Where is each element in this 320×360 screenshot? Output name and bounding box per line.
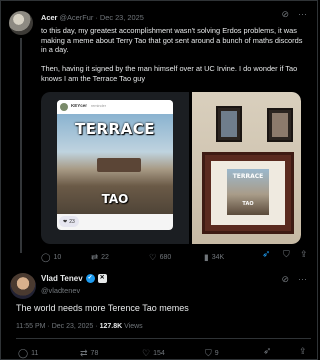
post-date[interactable]: Dec 23, 2025 <box>100 13 144 22</box>
repost-count: 22 <box>101 253 109 261</box>
more-icon[interactable]: ··· <box>298 10 307 19</box>
avatar[interactable] <box>10 273 36 299</box>
author-handle[interactable]: @vladtenev <box>41 286 80 295</box>
more-icon[interactable]: ··· <box>298 275 307 284</box>
share-icon[interactable]: ⇪ <box>300 249 308 260</box>
author-name[interactable]: Acer <box>41 13 57 22</box>
reply-button[interactable]: ◯ 11 <box>18 347 38 359</box>
author-name[interactable]: Vlad Tenev <box>41 274 83 283</box>
meme-card-name: KEYcer <box>71 103 88 108</box>
meme-card-header: KEYcer reminder <box>57 100 173 114</box>
grok-icon[interactable]: ⊘ <box>281 10 289 19</box>
framed-meme-photo[interactable]: TERRACE TAO <box>192 92 301 244</box>
separator: · <box>93 13 100 22</box>
views-icon: ▮ <box>204 251 209 262</box>
post-paragraph: to this day, my greatest accomplishment … <box>41 26 303 55</box>
meme-card-subtitle: reminder <box>91 103 106 108</box>
bookmark-icon[interactable]: ⛉ <box>283 249 290 260</box>
wall-photo <box>216 106 242 142</box>
post-text: to this day, my greatest accomplishment … <box>41 26 307 84</box>
like-icon: ♡ <box>149 251 157 262</box>
meme-card: KEYcer reminder TERRACE TAO ❤ 23 <box>57 100 173 230</box>
meme-screenshot-image[interactable]: KEYcer reminder TERRACE TAO ❤ 23 <box>41 92 189 244</box>
repost-icon: ⇄ <box>80 347 88 358</box>
meme-card-avatar <box>60 103 68 111</box>
heart-icon: ❤ <box>63 218 68 225</box>
signed-frame: TERRACE TAO <box>202 152 294 234</box>
views-button[interactable]: ▮ 34K <box>204 251 224 263</box>
post-top-actions: ⊘ ··· <box>281 10 307 19</box>
reply-count: 11 <box>31 349 39 357</box>
author-handle[interactable]: @AcerFur <box>60 13 94 22</box>
post-header: Acer @AcerFur · Dec 23, 2025 <box>41 13 144 22</box>
frame-mat: TERRACE TAO <box>211 161 285 225</box>
share-icon[interactable]: ⇪ <box>299 346 307 357</box>
reply-icon: ◯ <box>18 347 29 358</box>
repost-icon: ⇄ <box>91 251 99 262</box>
meme-reaction: ❤ 23 <box>59 216 79 227</box>
views-count: 127.8K <box>99 323 123 330</box>
repost-count: 78 <box>90 349 99 357</box>
author-line: Vlad Tenev ✓ ✕ <box>41 274 107 283</box>
post-text: The world needs more Terence Tao memes <box>16 303 189 313</box>
bookmark-button[interactable]: ⛉ 9 <box>205 347 219 359</box>
bookmark-count: 9 <box>214 349 219 357</box>
meme-bottom-text: TAO <box>101 192 129 206</box>
tweet-thread: Acer @AcerFur · Dec 23, 2025 ⊘ ··· to th… <box>0 0 318 360</box>
thread-connector <box>20 38 22 253</box>
repost-button[interactable]: ⇄ 22 <box>91 251 109 263</box>
reply-icon: ◯ <box>41 251 51 262</box>
views-count: 34K <box>211 253 225 261</box>
framed-top-text: TERRACE <box>232 173 264 180</box>
like-icon: ♡ <box>142 347 151 358</box>
like-button[interactable]: ♡ 154 <box>142 347 165 359</box>
post-top-actions: ⊘ ··· <box>281 275 307 284</box>
verified-icon: ✓ <box>85 274 95 283</box>
meme-reaction-count: 23 <box>69 218 75 225</box>
meme-picture: TERRACE TAO <box>57 114 173 214</box>
post-time[interactable]: 11:55 PM <box>16 323 45 330</box>
post-media: KEYcer reminder TERRACE TAO ❤ 23 TERRACE… <box>41 92 301 244</box>
divider <box>16 338 311 339</box>
framed-bottom-text: TAO <box>242 201 254 207</box>
like-count: 680 <box>159 253 172 261</box>
like-button[interactable]: ♡ 680 <box>149 251 171 263</box>
reply-button[interactable]: ◯ 10 <box>41 251 61 263</box>
meme-top-text: TERRACE <box>75 120 155 138</box>
post-meta: 11:55 PM · Dec 23, 2025 · 127.8K Views <box>16 323 143 330</box>
like-count: 154 <box>153 349 165 357</box>
post-paragraph: Then, having it signed by the man himsel… <box>41 64 298 83</box>
boost-icon[interactable]: ➶ <box>263 346 271 357</box>
affiliate-badge-icon[interactable]: ✕ <box>97 274 107 283</box>
terrace-furniture <box>97 158 141 172</box>
grok-icon[interactable]: ⊘ <box>281 275 289 284</box>
reply-count: 10 <box>53 253 62 261</box>
wall-photo <box>267 108 293 142</box>
boost-icon[interactable]: ➶ <box>262 249 270 260</box>
avatar[interactable] <box>9 11 33 35</box>
repost-button[interactable]: ⇄ 78 <box>80 347 98 359</box>
bookmark-icon: ⛉ <box>205 347 212 358</box>
post-date[interactable]: Dec 23, 2025 <box>52 323 94 330</box>
views-label: Views <box>122 323 143 330</box>
framed-meme: TERRACE TAO <box>227 169 269 215</box>
